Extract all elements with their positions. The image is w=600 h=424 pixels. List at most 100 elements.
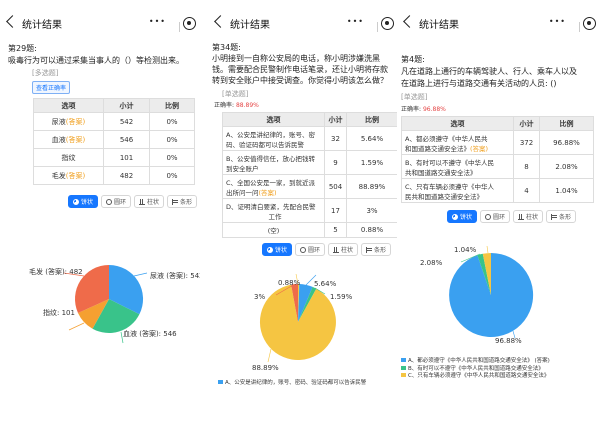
tab-bar[interactable]: 条形 <box>167 195 198 208</box>
legend-swatch <box>218 380 223 384</box>
capsule-divider <box>179 22 180 32</box>
accuracy-value: 88.89% <box>235 102 259 109</box>
option-line: 民共和国道路交通安全法》 <box>405 192 483 201</box>
count-cell: 372 <box>513 130 540 155</box>
option-label: 尿液 <box>51 117 66 126</box>
accuracy: 正确率: 96.88% <box>401 106 446 113</box>
col-count: 小计 <box>513 116 540 131</box>
tab-column[interactable]: 柱状 <box>328 243 359 256</box>
close-miniprogram-icon[interactable] <box>381 17 394 30</box>
col-option: 选项 <box>222 112 325 127</box>
legend-swatch <box>401 373 406 377</box>
table-row: A、都必须遵守《中华人民共 和国道路交通安全法》(答案) 372 96.88% <box>401 130 594 155</box>
capsule-divider <box>579 22 580 32</box>
option-line: B、有时可以不遵守《中华人民 <box>405 158 494 167</box>
stats-table: 选项 小计 比例 尿液(答案) 542 0% 血液(答案) 546 0% 指纹 … <box>33 98 195 185</box>
ratio-cell: 5.64% <box>346 126 398 151</box>
question-text: 吸毒行为可以通过采集当事人的（）等检测出来。 <box>8 56 184 65</box>
table-row: 尿液(答案) 542 0% <box>33 112 195 131</box>
tab-column[interactable]: 柱状 <box>513 210 544 223</box>
option-line: C、全国公安是一家，到就近派 <box>226 178 316 187</box>
table-row: B、公安值得信任，放心把钱转 到安全账户 9 1.59% <box>222 150 398 175</box>
tab-ring[interactable]: 圆环 <box>101 195 132 208</box>
table-row: 指纹 101 0% <box>33 148 195 167</box>
option-line: C、只有车辆必须遵守《中华人 <box>405 182 495 191</box>
ring-icon <box>106 198 113 205</box>
count-cell: 482 <box>103 166 150 185</box>
panel-question-4: 统计结果 ••• 第4题: 凡在道路上通行的车辆驾驶人、行人、乘车人以及 在道路… <box>397 0 600 424</box>
ratio-cell: 0% <box>149 112 195 131</box>
table-row: B、有时可以不遵守《中华人民 共和国道路交通安全法》 8 2.08% <box>401 154 594 179</box>
tab-ring[interactable]: 圆环 <box>295 243 326 256</box>
ratio-cell: 88.89% <box>346 174 398 199</box>
legend-item: C、只有车辆必须遵守《中华人民共和国道路交通安全法》 <box>401 373 550 381</box>
more-icon[interactable]: ••• <box>549 18 566 26</box>
tab-pie[interactable]: 饼状 <box>262 243 293 256</box>
option-line: 工作 <box>268 212 282 221</box>
col-ratio: 比例 <box>346 112 398 127</box>
pie-label-blood: 血液 (答案): 546 <box>123 330 177 338</box>
pie-label-empty: 0.88% <box>278 279 301 287</box>
answer-tag: (答案) <box>65 171 86 180</box>
chart-type-tabs: 饼状 圆环 柱状 条形 <box>68 195 198 208</box>
more-icon[interactable]: ••• <box>347 18 364 26</box>
tab-column[interactable]: 柱状 <box>134 195 165 208</box>
count-cell: 32 <box>324 126 347 151</box>
table-row: D、证明清白要紧，先配合民警 工作 17 3% <box>222 198 398 223</box>
pie-label-b: 1.59% <box>330 293 353 301</box>
pie-label-c: 88.89% <box>252 364 279 372</box>
pie-icon <box>452 213 458 220</box>
close-miniprogram-icon[interactable] <box>583 17 596 30</box>
question-type: [单选题] <box>222 90 249 98</box>
option-line: 和国道路交通安全法》 <box>405 144 470 153</box>
col-ratio: 比例 <box>149 98 195 113</box>
view-accuracy-button[interactable]: 查看正确率 <box>32 81 71 94</box>
legend-swatch <box>401 365 406 370</box>
option-line: 到安全账户 <box>226 164 259 173</box>
pie-label-hair: 毛发 (答案): 482 <box>29 268 83 276</box>
question-text-line-1: 小明接到一自称公安局的电话，称小明涉嫌洗黑 <box>212 54 380 63</box>
col-option: 选项 <box>401 116 514 131</box>
pie-icon <box>73 198 79 205</box>
chart-type-tabs: 饼状 圆环 柱状 条形 <box>447 210 577 223</box>
column-icon <box>518 213 525 220</box>
ratio-cell: 2.08% <box>539 154 594 179</box>
option-line: A、公安是讲纪律的，账号、密 <box>226 130 315 139</box>
option-label: 毛发 <box>51 171 66 180</box>
accuracy-value: 96.88% <box>422 106 446 113</box>
tab-bar[interactable]: 条形 <box>361 243 392 256</box>
bar-icon <box>172 198 179 205</box>
tab-bar[interactable]: 条形 <box>546 210 577 223</box>
ring-icon <box>300 246 307 253</box>
back-icon[interactable] <box>214 15 227 28</box>
close-miniprogram-icon[interactable] <box>183 17 196 30</box>
ratio-cell: 96.88% <box>539 130 594 155</box>
panel-question-34: 统计结果 ••• 第34题: 小明接到一自称公安局的电话，称小明涉嫌洗黑 钱。需… <box>208 0 398 424</box>
slice-a <box>449 252 534 337</box>
question-number: 第34题: <box>212 43 241 52</box>
back-icon[interactable] <box>6 15 19 28</box>
option-line: D、证明清白要紧，先配合民警 <box>226 202 316 211</box>
tab-ring[interactable]: 圆环 <box>480 210 511 223</box>
count-cell: 4 <box>513 178 540 203</box>
table-row: A、公安是讲纪律的，账号、密 码、验证码都可以告诉民警 32 5.64% <box>222 126 398 151</box>
option-label: 指纹 <box>61 153 76 162</box>
legend: A、都必须遵守《中华人民共和国道路交通安全法》 (答案) B、有时可以不遵守《中… <box>401 358 550 381</box>
tab-pie[interactable]: 饼状 <box>447 210 478 223</box>
pie-label-b: 2.08% <box>420 259 443 267</box>
count-cell: 17 <box>324 198 347 223</box>
question-text-line-1: 凡在道路上通行的车辆驾驶人、行人、乘车人以及 <box>401 67 577 76</box>
count-cell: 101 <box>103 148 150 167</box>
tab-pie[interactable]: 饼状 <box>68 195 99 208</box>
ratio-cell: 1.04% <box>539 178 594 203</box>
back-icon[interactable] <box>403 15 416 28</box>
page-title: 统计结果 <box>230 20 270 31</box>
pie-chart <box>259 273 336 363</box>
ratio-cell: 0% <box>149 130 195 149</box>
pie-label-urine: 尿液 (答案): 542 <box>150 272 200 280</box>
option-line: A、都必须遵守《中华人民共 <box>405 134 488 143</box>
more-icon[interactable]: ••• <box>149 18 166 26</box>
question-number: 第4题: <box>401 55 425 64</box>
page-title: 统计结果 <box>419 20 459 31</box>
count-cell: 9 <box>324 150 347 175</box>
